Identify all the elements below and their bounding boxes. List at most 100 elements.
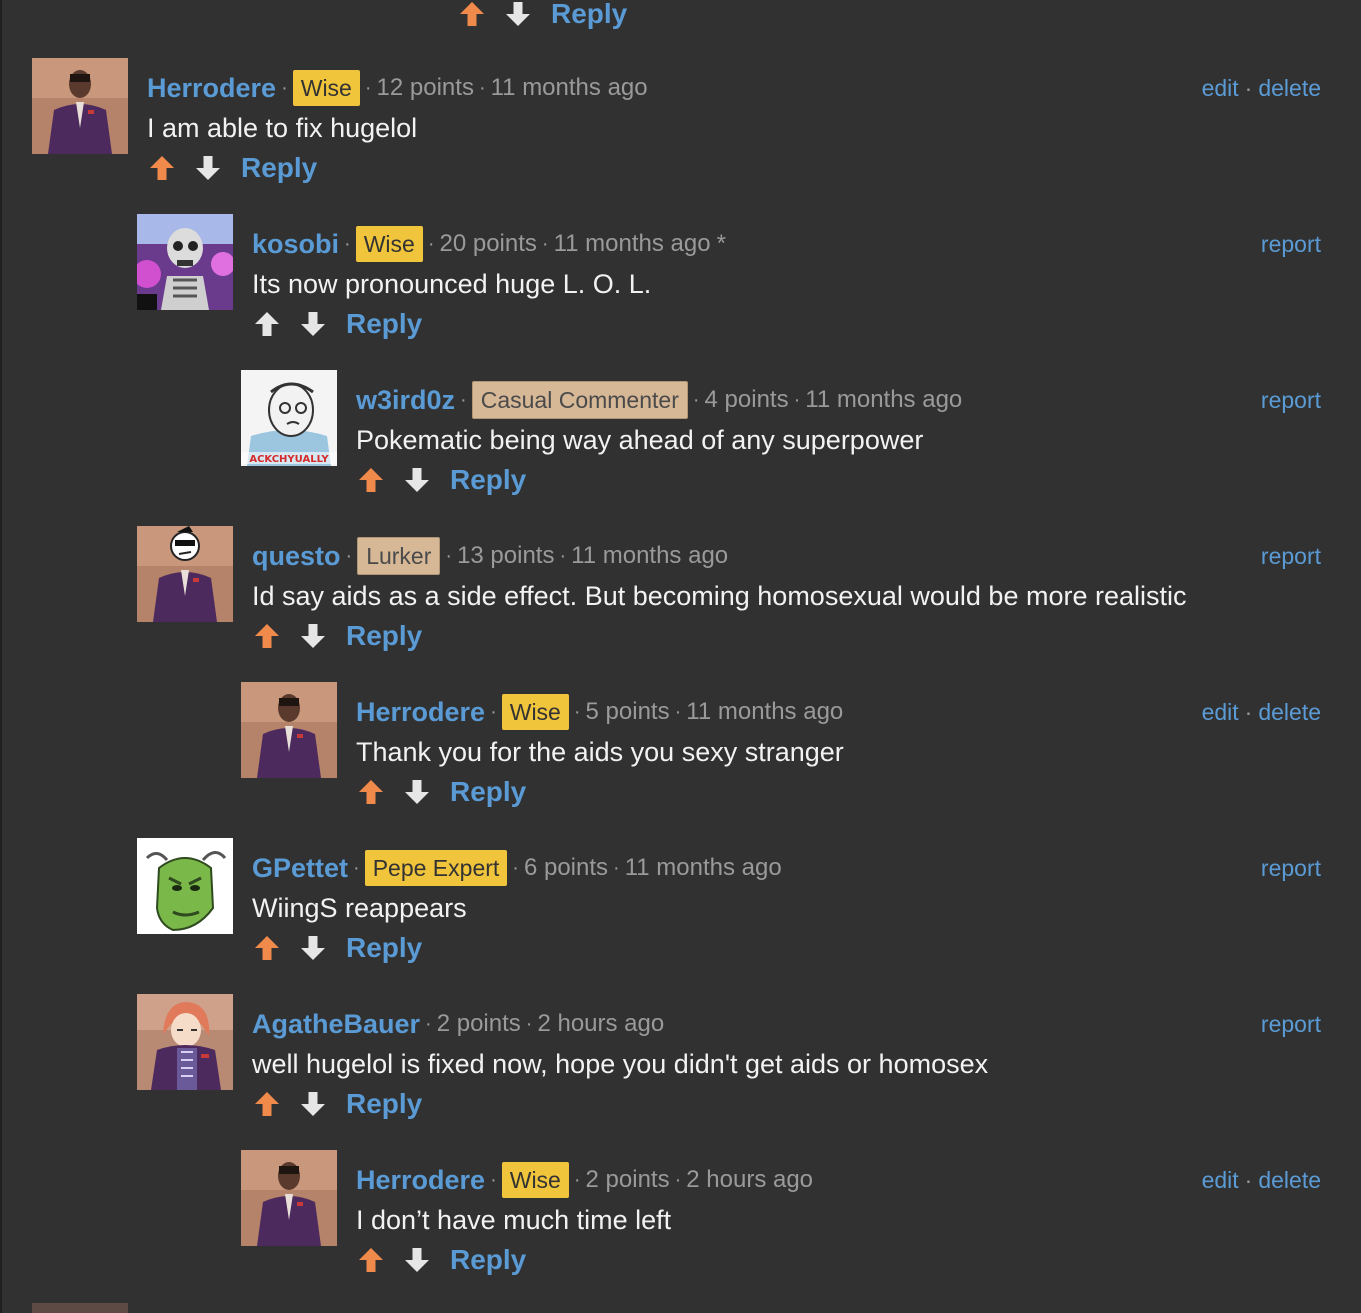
- reply-link[interactable]: Reply: [346, 620, 422, 652]
- comment-actions: Reply: [252, 616, 1321, 656]
- upvote-icon[interactable]: [356, 777, 386, 807]
- separator: ·: [345, 544, 353, 567]
- report-link[interactable]: report: [1261, 231, 1321, 258]
- comment-text: Id say aids as a side effect. But becomi…: [252, 581, 1187, 611]
- points: 2 points: [436, 1010, 521, 1037]
- avatar[interactable]: [32, 58, 128, 154]
- comment-text: I am able to fix hugelol: [147, 113, 418, 143]
- avatar[interactable]: [137, 838, 233, 934]
- separator: ·: [512, 856, 519, 879]
- user-badge: Casual Commenter: [471, 381, 688, 419]
- separator: ·: [613, 856, 620, 879]
- downvote-icon[interactable]: [402, 465, 432, 495]
- downvote-icon[interactable]: [298, 933, 328, 963]
- edit-link[interactable]: edit: [1202, 75, 1239, 102]
- separator: ·: [793, 388, 801, 411]
- separator: ·: [541, 232, 549, 255]
- points: 20 points: [439, 230, 537, 257]
- avatar[interactable]: [137, 526, 233, 622]
- downvote-icon[interactable]: [298, 309, 328, 339]
- username[interactable]: questo: [252, 541, 341, 572]
- separator: ·: [425, 1012, 432, 1035]
- separator: ·: [674, 1168, 682, 1191]
- timestamp: 2 hours ago: [686, 1166, 814, 1193]
- reply-link[interactable]: Reply: [450, 776, 526, 808]
- downvote-icon[interactable]: [298, 1089, 328, 1119]
- comment-actions: Reply: [147, 148, 1321, 188]
- username[interactable]: Herrodere: [147, 73, 276, 104]
- username[interactable]: Herrodere: [356, 697, 485, 728]
- report-link[interactable]: report: [1261, 855, 1321, 882]
- username[interactable]: w3ird0z: [356, 385, 455, 416]
- reply-link[interactable]: Reply: [551, 0, 627, 30]
- downvote-icon[interactable]: [402, 777, 432, 807]
- moderation-links: edit · delete: [1202, 692, 1321, 732]
- upvote-icon[interactable]: [147, 153, 177, 183]
- user-badge: Pepe Expert: [364, 850, 508, 886]
- separator: ·: [1244, 1166, 1253, 1193]
- upvote-icon[interactable]: [356, 1245, 386, 1275]
- upvote-icon[interactable]: [356, 465, 386, 495]
- reply-link[interactable]: Reply: [450, 1244, 526, 1276]
- comment-text: WiingS reappears: [252, 893, 467, 923]
- reply-link[interactable]: Reply: [346, 932, 422, 964]
- downvote-icon[interactable]: [503, 0, 533, 29]
- separator: ·: [1244, 698, 1253, 725]
- comment: kosobi · Wise · 20 points · 11 months ag…: [137, 214, 1321, 344]
- user-badge: Wise: [355, 226, 423, 262]
- comment-text: I don’t have much time left: [356, 1205, 672, 1235]
- avatar[interactable]: [137, 994, 233, 1090]
- username[interactable]: kosobi: [252, 229, 339, 260]
- user-badge: Lurker: [357, 537, 441, 575]
- downvote-icon[interactable]: [193, 153, 223, 183]
- report-link[interactable]: report: [1261, 543, 1321, 570]
- avatar[interactable]: [137, 214, 233, 310]
- username[interactable]: AgatheBauer: [252, 1009, 420, 1040]
- separator: ·: [490, 1168, 497, 1191]
- delete-link[interactable]: delete: [1258, 699, 1321, 726]
- points: 12 points: [376, 74, 474, 101]
- report-link[interactable]: report: [1261, 387, 1321, 414]
- upvote-icon[interactable]: [252, 309, 282, 339]
- upvote-icon[interactable]: [252, 1089, 282, 1119]
- avatar[interactable]: [241, 682, 337, 778]
- previous-comment-actions: Reply: [457, 0, 627, 34]
- downvote-icon[interactable]: [402, 1245, 432, 1275]
- timestamp: 11 months ago: [490, 74, 648, 101]
- report-link[interactable]: report: [1261, 1011, 1321, 1038]
- points: 5 points: [585, 698, 670, 725]
- timestamp: 11 months ago: [624, 854, 782, 881]
- upvote-icon[interactable]: [457, 0, 487, 29]
- avatar[interactable]: ACKCHYUALLY: [241, 370, 337, 466]
- comment-actions: Reply: [252, 928, 1321, 968]
- moderation-links: edit · delete: [1202, 1160, 1321, 1200]
- timestamp: 11 months ago: [571, 542, 729, 569]
- separator: ·: [427, 232, 435, 255]
- comment-actions: Reply: [252, 1084, 1321, 1124]
- avatar[interactable]: [241, 1150, 337, 1246]
- username[interactable]: Herrodere: [356, 1165, 485, 1196]
- timestamp: 11 months ago: [553, 230, 711, 257]
- upvote-icon[interactable]: [252, 621, 282, 651]
- upvote-icon[interactable]: [252, 933, 282, 963]
- delete-link[interactable]: delete: [1258, 75, 1321, 102]
- reply-link[interactable]: Reply: [241, 152, 317, 184]
- points: 2 points: [585, 1166, 670, 1193]
- next-comment-avatar[interactable]: [32, 1303, 128, 1313]
- delete-link[interactable]: delete: [1258, 1167, 1321, 1194]
- comment: questo · Lurker · 13 points · 11 months …: [137, 526, 1321, 656]
- separator: ·: [1244, 74, 1253, 101]
- downvote-icon[interactable]: [298, 621, 328, 651]
- comment: Herrodere · Wise · 2 points · 2 hours ag…: [241, 1150, 1321, 1280]
- reply-link[interactable]: Reply: [450, 464, 526, 496]
- comment: ACKCHYUALLY w3ird0z · Casual Commenter ·…: [241, 370, 1321, 500]
- comment-text: Thank you for the aids you sexy stranger: [356, 737, 844, 767]
- username[interactable]: GPettet: [252, 853, 348, 884]
- reply-link[interactable]: Reply: [346, 1088, 422, 1120]
- reply-link[interactable]: Reply: [346, 308, 422, 340]
- separator: ·: [353, 856, 360, 879]
- edit-link[interactable]: edit: [1202, 699, 1239, 726]
- separator: ·: [478, 76, 486, 99]
- edit-link[interactable]: edit: [1202, 1167, 1239, 1194]
- user-badge: Wise: [501, 1162, 569, 1198]
